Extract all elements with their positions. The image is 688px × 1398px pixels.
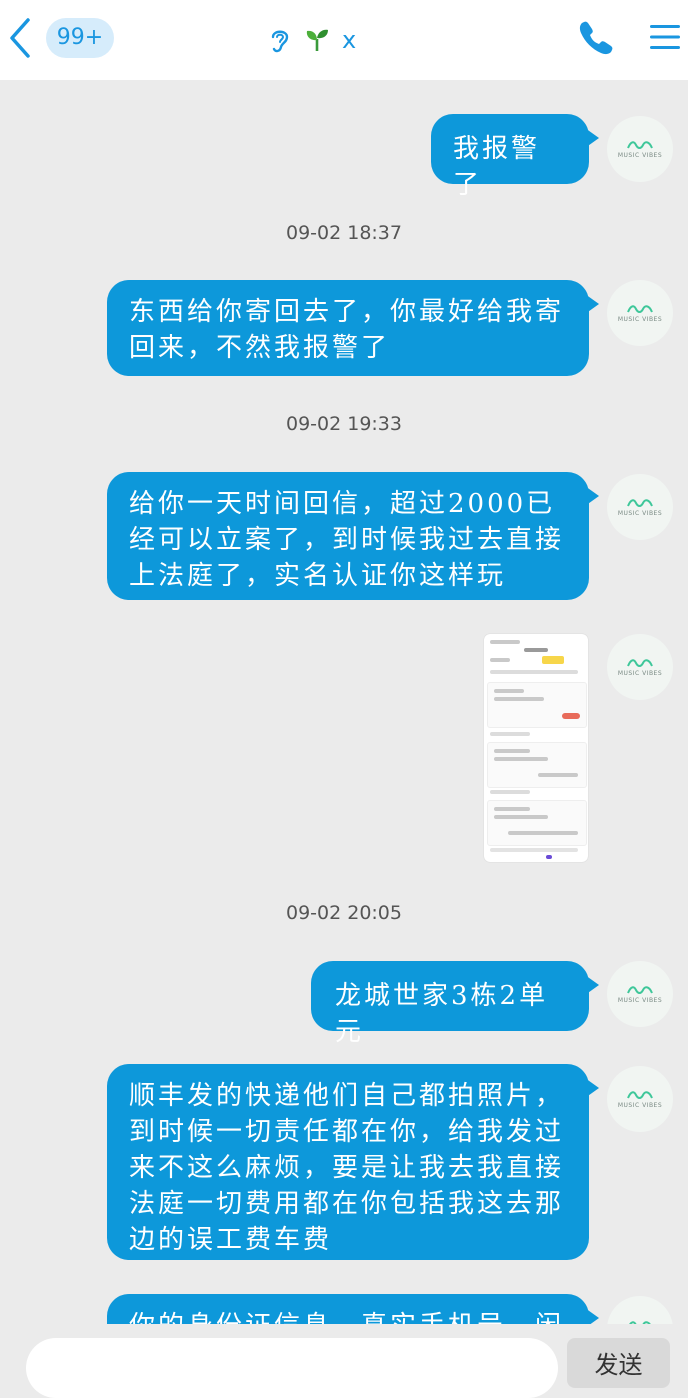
avatar[interactable]: MUSIC VIBES — [607, 280, 673, 346]
unread-badge[interactable]: 99+ — [46, 18, 114, 58]
message-line: 边的误工费车费 — [129, 1225, 333, 1255]
music-vibes-logo-icon — [627, 305, 653, 313]
chat-header: 99+ x — [0, 0, 688, 80]
message-line: 上法庭了，实名认证你这样玩 — [129, 561, 507, 591]
message-line: 给你一天时间回信，超过2000已 — [129, 489, 556, 519]
phone-icon[interactable] — [576, 18, 616, 58]
message-line: 回来，不然我报警了 — [129, 333, 391, 363]
music-vibes-logo-icon — [627, 986, 653, 994]
avatar[interactable]: MUSIC VIBES — [607, 961, 673, 1027]
message-bubble[interactable]: 你的身份证信息，真实手机号，闲 — [107, 1294, 599, 1324]
message-text: 龙城世家3栋2单元 — [335, 981, 549, 1047]
message-bubble[interactable]: 顺丰发的快递他们自己都拍照片， 到时候一切责任都在你，给我发过 来不这么麻烦，要… — [107, 1064, 599, 1260]
contact-title[interactable]: x — [268, 22, 356, 58]
send-button[interactable]: 发送 — [567, 1338, 670, 1388]
message-line: 经可以立案了，到时候我过去直接 — [129, 525, 565, 555]
message-bubble[interactable]: 东西给你寄回去了，你最好给我寄 回来，不然我报警了 — [107, 280, 599, 376]
sprout-icon — [306, 29, 328, 51]
input-bar: 发送 — [0, 1324, 688, 1398]
music-vibes-logo-icon — [627, 659, 653, 667]
avatar[interactable]: MUSIC VIBES — [607, 1296, 673, 1324]
avatar[interactable]: MUSIC VIBES — [607, 1066, 673, 1132]
message-line: 来不这么麻烦，要是让我去我直接 — [129, 1153, 565, 1183]
timestamp: 09-02 20:05 — [285, 902, 402, 924]
avatar[interactable]: MUSIC VIBES — [607, 474, 673, 540]
message-line: 顺丰发的快递他们自己都拍照片， — [129, 1081, 565, 1111]
message-input[interactable] — [26, 1338, 558, 1398]
message-line: 东西给你寄回去了，你最好给我寄 — [129, 297, 565, 327]
message-text: 你的身份证信息，真实手机号，闲 — [129, 1311, 564, 1324]
message-bubble[interactable]: 给你一天时间回信，超过2000已 经可以立案了，到时候我过去直接 上法庭了，实名… — [107, 472, 599, 600]
message-text: 我报警了 — [453, 134, 541, 200]
menu-icon[interactable] — [650, 22, 680, 52]
timestamp: 09-02 18:37 — [285, 222, 402, 244]
image-message[interactable] — [484, 634, 588, 862]
music-vibes-logo-icon — [627, 141, 653, 149]
message-line: 到时候一切责任都在你，给我发过 — [129, 1117, 565, 1147]
ear-icon — [271, 30, 289, 53]
avatar[interactable]: MUSIC VIBES — [607, 116, 673, 182]
contact-name: x — [342, 26, 357, 54]
music-vibes-logo-icon — [627, 499, 653, 507]
message-line: 法庭一切费用都在你包括我这去那 — [129, 1189, 565, 1219]
timestamp: 09-02 19:33 — [285, 413, 402, 435]
message-bubble[interactable]: 我报警了 — [431, 114, 599, 200]
message-bubble[interactable]: 龙城世家3栋2单元 — [311, 961, 599, 1047]
music-vibes-logo-icon — [627, 1091, 653, 1099]
chevron-left-icon[interactable] — [4, 16, 36, 60]
avatar[interactable]: MUSIC VIBES — [607, 634, 673, 700]
message-list[interactable]: 我报警了 MUSIC VIBES 09-02 18:37 东西给你寄回去了，你最… — [0, 80, 688, 1324]
